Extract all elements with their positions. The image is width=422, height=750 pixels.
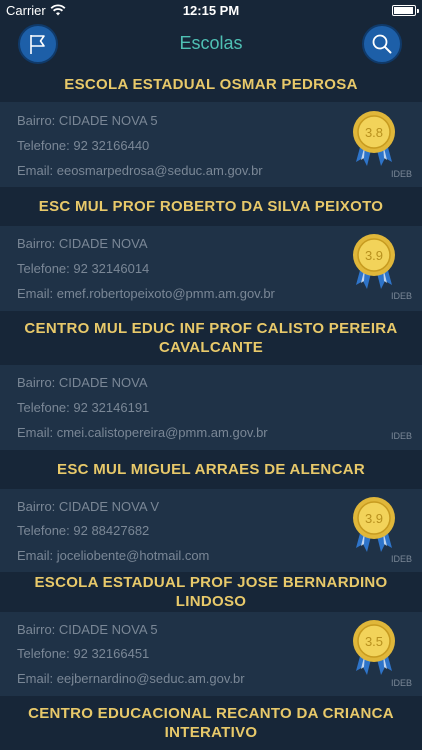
school-name-header[interactable]: ESC MUL PROF ROBERTO DA SILVA PEIXOTO bbox=[0, 187, 422, 226]
school-name-line-1: CENTRO MUL EDUC INF PROF CALISTO PEREIRA bbox=[24, 320, 398, 337]
bairro-text: Bairro: CIDADE NOVA V bbox=[17, 499, 160, 514]
ideb-score: 3.9 bbox=[365, 511, 383, 526]
search-button[interactable] bbox=[362, 24, 402, 64]
bairro-text: Bairro: CIDADE NOVA 5 bbox=[17, 113, 158, 128]
school-name-header[interactable]: ESCOLA ESTADUAL OSMAR PEDROSA bbox=[0, 66, 422, 102]
battery-icon bbox=[392, 5, 419, 16]
school-name-line-2: INTERATIVO bbox=[164, 724, 258, 741]
ideb-medal-icon: 3.9 bbox=[353, 497, 395, 552]
email-text: Email: emef.robertopeixoto@pmm.am.gov.br bbox=[17, 286, 275, 301]
school-name-header[interactable]: ESCOLA ESTADUAL PROF JOSE BERNARDINO LIN… bbox=[0, 572, 422, 612]
school-name-line-2: CAVALCANTE bbox=[158, 339, 264, 356]
email-text: Email: eejbernardino@seduc.am.gov.br bbox=[17, 671, 245, 686]
ideb-score: 3.5 bbox=[365, 634, 383, 649]
telefone-text: Telefone: 92 88427682 bbox=[17, 523, 150, 538]
school-name-line-2: LINDOSO bbox=[175, 593, 247, 610]
school-name: ESC MUL MIGUEL ARRAES DE ALENCAR bbox=[57, 461, 365, 478]
ideb-label: IDEB bbox=[390, 554, 412, 564]
navigation-bar: Escolas bbox=[0, 22, 422, 66]
telefone-text: Telefone: 92 32146014 bbox=[17, 261, 150, 276]
ideb-label: IDEB bbox=[390, 678, 412, 688]
school-name-line-1: CENTRO EDUCACIONAL RECANTO DA CRIANCA bbox=[28, 705, 394, 722]
status-bar: Carrier 12:15 PM bbox=[0, 0, 422, 22]
school-name-header[interactable]: CENTRO EDUCACIONAL RECANTO DA CRIANCA IN… bbox=[0, 696, 422, 750]
email-text: Email: cmei.calistopereira@pmm.am.gov.br bbox=[17, 425, 268, 440]
school-name-line-1: ESCOLA ESTADUAL PROF JOSE BERNARDINO bbox=[34, 574, 388, 591]
school-card[interactable]: Bairro: CIDADE NOVA Telefone: 92 3214619… bbox=[0, 365, 422, 450]
ideb-label: IDEB bbox=[390, 431, 412, 441]
bairro-text: Bairro: CIDADE NOVA bbox=[17, 375, 148, 390]
ideb-medal-icon: 3.9 bbox=[353, 234, 395, 289]
school-card[interactable]: Bairro: CIDADE NOVA V Telefone: 92 88427… bbox=[0, 489, 422, 572]
school-card[interactable]: Bairro: CIDADE NOVA 5 Telefone: 92 32166… bbox=[0, 612, 422, 696]
school-name-header[interactable]: ESC MUL MIGUEL ARRAES DE ALENCAR bbox=[0, 450, 422, 489]
email-text: Email: eeosmarpedrosa@seduc.am.gov.br bbox=[17, 163, 263, 178]
school-card[interactable]: Bairro: CIDADE NOVA Telefone: 92 3214601… bbox=[0, 226, 422, 311]
ideb-medal-icon: 3.8 bbox=[353, 111, 395, 166]
school-name-header[interactable]: CENTRO MUL EDUC INF PROF CALISTO PEREIRA… bbox=[0, 311, 422, 365]
ideb-score: 3.8 bbox=[365, 125, 383, 140]
school-name: ESCOLA ESTADUAL OSMAR PEDROSA bbox=[64, 75, 358, 93]
email-text: Email: joceliobente@hotmail.com bbox=[17, 548, 210, 563]
school-name: ESC MUL PROF ROBERTO DA SILVA PEIXOTO bbox=[38, 198, 384, 215]
search-icon bbox=[372, 34, 392, 54]
page-title: Escolas bbox=[179, 33, 243, 53]
clock: 12:15 PM bbox=[182, 3, 240, 18]
ideb-label: IDEB bbox=[390, 169, 412, 179]
telefone-text: Telefone: 92 32166451 bbox=[17, 646, 150, 661]
telefone-text: Telefone: 92 32166440 bbox=[17, 138, 150, 153]
school-card[interactable]: Bairro: CIDADE NOVA 5 Telefone: 92 32166… bbox=[0, 102, 422, 187]
ideb-label: IDEB bbox=[390, 291, 412, 301]
ideb-medal-icon: 3.5 bbox=[353, 620, 395, 675]
bairro-text: Bairro: CIDADE NOVA 5 bbox=[17, 622, 158, 637]
telefone-text: Telefone: 92 32146191 bbox=[17, 400, 150, 415]
ideb-score: 3.9 bbox=[365, 248, 383, 263]
bairro-text: Bairro: CIDADE NOVA bbox=[17, 236, 148, 251]
